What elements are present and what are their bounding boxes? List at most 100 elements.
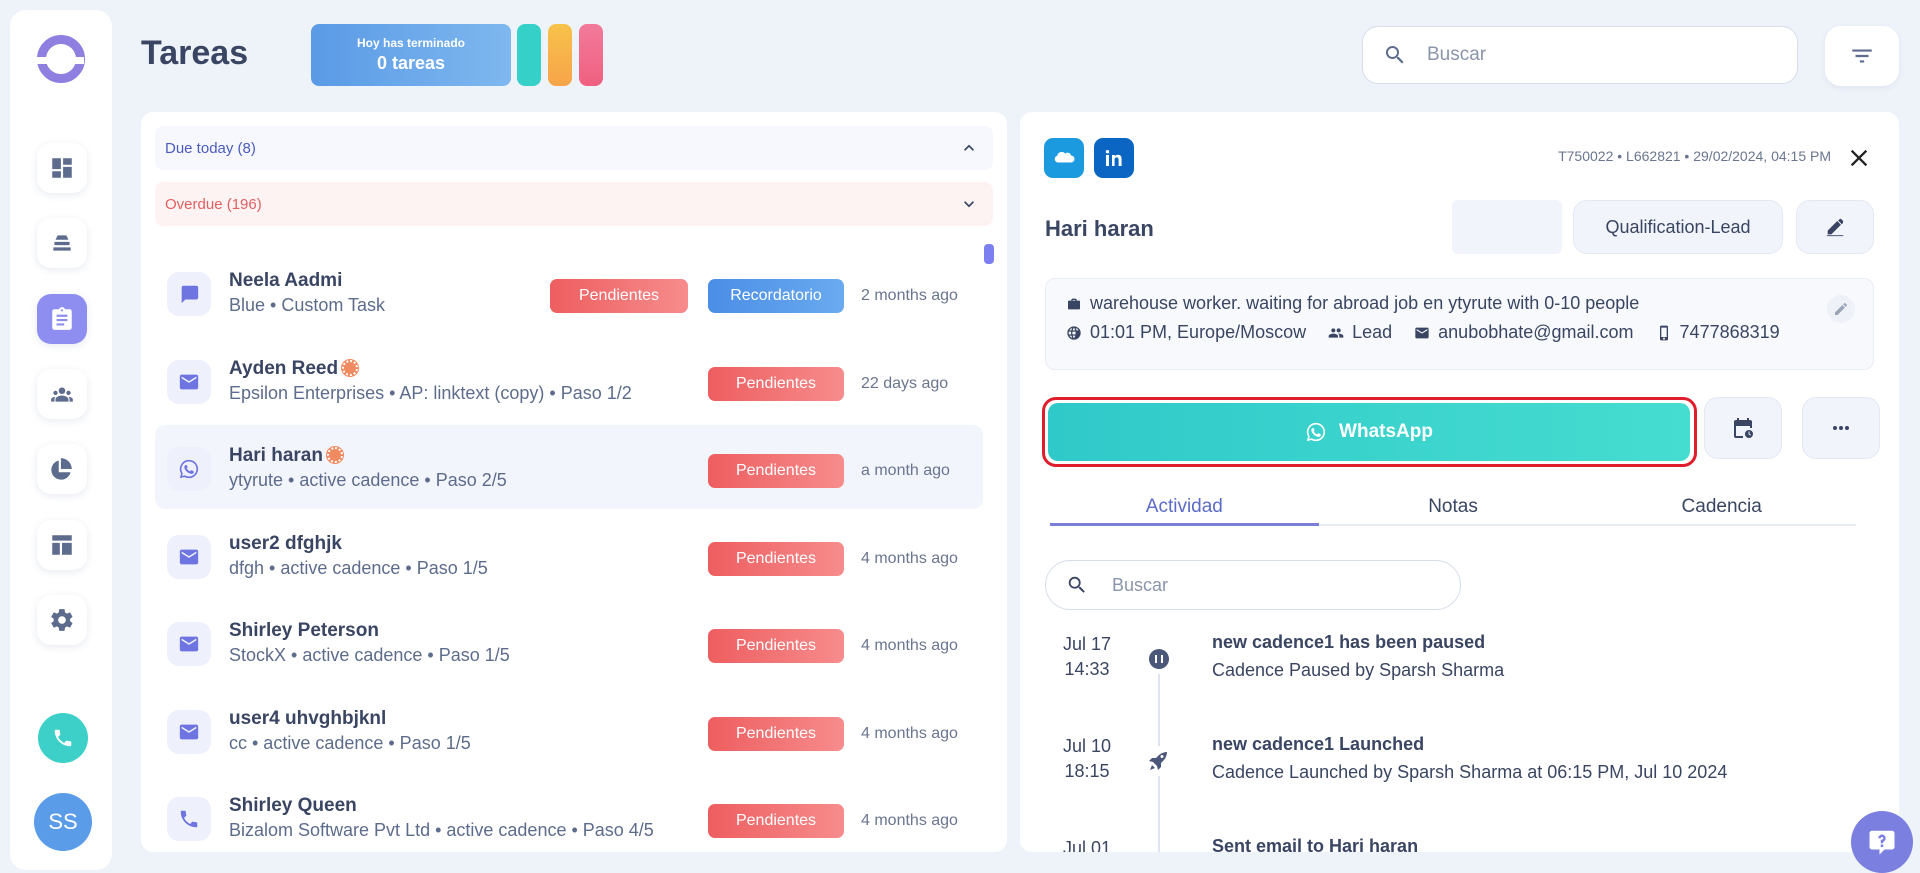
mobile-icon	[1659, 325, 1668, 340]
lead-phone[interactable]: 7477868319	[1680, 322, 1780, 343]
edit-info-button[interactable]	[1827, 295, 1855, 323]
whatsapp-button[interactable]: WhatsApp	[1048, 403, 1690, 461]
people-icon	[51, 387, 73, 402]
nav-tasks[interactable]	[37, 294, 87, 344]
group-overdue[interactable]: Overdue (196)	[155, 182, 993, 226]
task-subtitle: dfgh • active cadence • Paso 1/5	[229, 558, 488, 578]
activity-time: 14:33	[1064, 659, 1110, 679]
nav-dashboard[interactable]	[37, 143, 87, 193]
nav-layers[interactable]	[37, 218, 87, 268]
task-row[interactable]: Shirley Queen Bizalom Software Pvt Ltd •…	[155, 775, 983, 852]
mail-icon	[1415, 327, 1429, 338]
lead-email[interactable]: anubobhate@gmail.com	[1438, 322, 1633, 343]
more-horizontal-icon	[1833, 426, 1849, 430]
task-subtitle: ytyrute • active cadence • Paso 2/5	[229, 470, 507, 490]
chevron-up-icon	[959, 138, 979, 158]
scrollbar-thumb[interactable]	[984, 244, 994, 264]
completed-today-card: Hoy has terminado 0 tareas	[311, 24, 511, 86]
task-row[interactable]: Shirley Peterson StockX • active cadence…	[155, 600, 983, 684]
task-name: Hari haran	[229, 445, 323, 466]
activity-search	[1045, 560, 1461, 610]
group-due-today-label: Due today (8)	[165, 139, 256, 157]
group-due-today[interactable]: Due today (8)	[155, 126, 993, 170]
task-row[interactable]: Ayden Reed Epsilon Enterprises • AP: lin…	[155, 338, 983, 422]
nav-reports[interactable]	[37, 444, 87, 494]
call-button[interactable]	[38, 713, 88, 763]
linkedin-icon	[1105, 150, 1122, 166]
close-icon	[1850, 149, 1868, 167]
whatsapp-label: WhatsApp	[1339, 421, 1433, 442]
lead-status-placeholder	[1452, 200, 1562, 254]
task-subtitle: StockX • active cadence • Paso 1/5	[229, 645, 510, 665]
more-options-button[interactable]	[1802, 397, 1880, 459]
activity-title: Sent email to Hari haran	[1212, 836, 1419, 852]
activity-day: Jul 17	[1062, 634, 1112, 654]
task-time: 4 months ago	[861, 812, 958, 829]
task-row[interactable]: user4 uhvghbjknl cc • active cadence • P…	[155, 688, 983, 772]
task-subtitle: Bizalom Software Pvt Ltd • active cadenc…	[229, 820, 654, 840]
progress-pill-orange	[548, 24, 572, 86]
activity-marker	[1144, 746, 1174, 776]
nav-people[interactable]	[37, 369, 87, 419]
reminder-badge: Recordatorio	[708, 279, 844, 313]
sidebar: SS	[10, 10, 112, 870]
globe-icon	[1067, 325, 1081, 340]
nav-templates[interactable]	[37, 520, 87, 570]
whatsapp-icon	[1306, 422, 1326, 442]
progress-pill-teal	[517, 24, 541, 86]
activity-date: Jul 17 14:33	[1045, 632, 1129, 682]
pencil-icon	[1835, 303, 1847, 315]
briefcase-icon	[1068, 298, 1080, 309]
mail-icon	[179, 374, 199, 390]
linkedin-button[interactable]	[1094, 138, 1134, 178]
task-row[interactable]: Neela Aadmi Blue • Custom Task Pendiente…	[155, 250, 983, 334]
tab-cadence[interactable]: Cadencia	[1587, 490, 1856, 524]
task-search	[1362, 26, 1798, 84]
status-badge: Pendientes	[708, 717, 844, 751]
activity-day: Jul 01	[1062, 838, 1112, 852]
pause-icon	[1149, 649, 1169, 669]
progress-pill-pink	[579, 24, 603, 86]
tab-notes[interactable]: Notas	[1319, 490, 1588, 524]
edit-lead-button[interactable]	[1796, 200, 1874, 254]
lead-detail-panel: T750022 • L662821 • 29/02/2024, 04:15 PM…	[1020, 112, 1899, 852]
tab-activity[interactable]: Actividad	[1050, 490, 1319, 526]
contact-line: 01:01 PM, Europe/Moscow Lead anubobhate@…	[1066, 322, 1802, 343]
lead-job: warehouse worker. waiting for abroad job…	[1090, 293, 1640, 313]
chevron-down-icon	[959, 194, 979, 214]
lead-info-box: warehouse worker. waiting for abroad job…	[1045, 278, 1874, 370]
page-title: Tareas	[141, 34, 249, 72]
salesforce-button[interactable]	[1044, 138, 1084, 178]
help-button[interactable]	[1851, 811, 1913, 873]
activity-search-input[interactable]	[1112, 574, 1432, 596]
task-time: 4 months ago	[861, 725, 958, 742]
rocket-icon	[1149, 752, 1167, 770]
nav-settings[interactable]	[37, 595, 87, 645]
user-avatar[interactable]: SS	[34, 793, 92, 851]
task-row[interactable]: user2 dfghjk dfgh • active cadence • Pas…	[155, 513, 983, 597]
task-time: 4 months ago	[861, 637, 958, 654]
layers-icon	[53, 235, 71, 251]
mail-icon	[179, 724, 199, 740]
mail-icon	[179, 549, 199, 565]
layout-icon	[52, 535, 72, 555]
mail-icon	[179, 636, 199, 652]
task-type-email	[167, 360, 211, 404]
search-icon	[1068, 576, 1085, 593]
activity-desc: Cadence Paused by Sparsh Sharma	[1212, 660, 1505, 680]
salesforce-cloud-icon	[1054, 151, 1075, 163]
close-button[interactable]	[1845, 144, 1873, 172]
filter-icon	[1852, 49, 1872, 63]
task-search-input[interactable]	[1427, 44, 1757, 66]
task-name: user2 dfghjk	[229, 533, 342, 554]
task-subtitle: Epsilon Enterprises • AP: linktext (copy…	[229, 383, 632, 403]
task-type-call	[167, 797, 211, 841]
activity-item: Jul 17 14:33 new cadence1 has been paused…	[1045, 632, 1865, 702]
task-list-panel: Due today (8) Overdue (196) Neela Aadmi …	[141, 112, 1007, 852]
phone-icon	[180, 810, 198, 828]
filter-button[interactable]	[1825, 26, 1899, 86]
app-logo[interactable]	[36, 35, 85, 83]
qualification-button[interactable]: Qualification-Lead	[1573, 200, 1783, 254]
reschedule-button[interactable]	[1704, 397, 1782, 459]
task-row-selected[interactable]: Hari haran ytyrute • active cadence • Pa…	[155, 425, 983, 509]
